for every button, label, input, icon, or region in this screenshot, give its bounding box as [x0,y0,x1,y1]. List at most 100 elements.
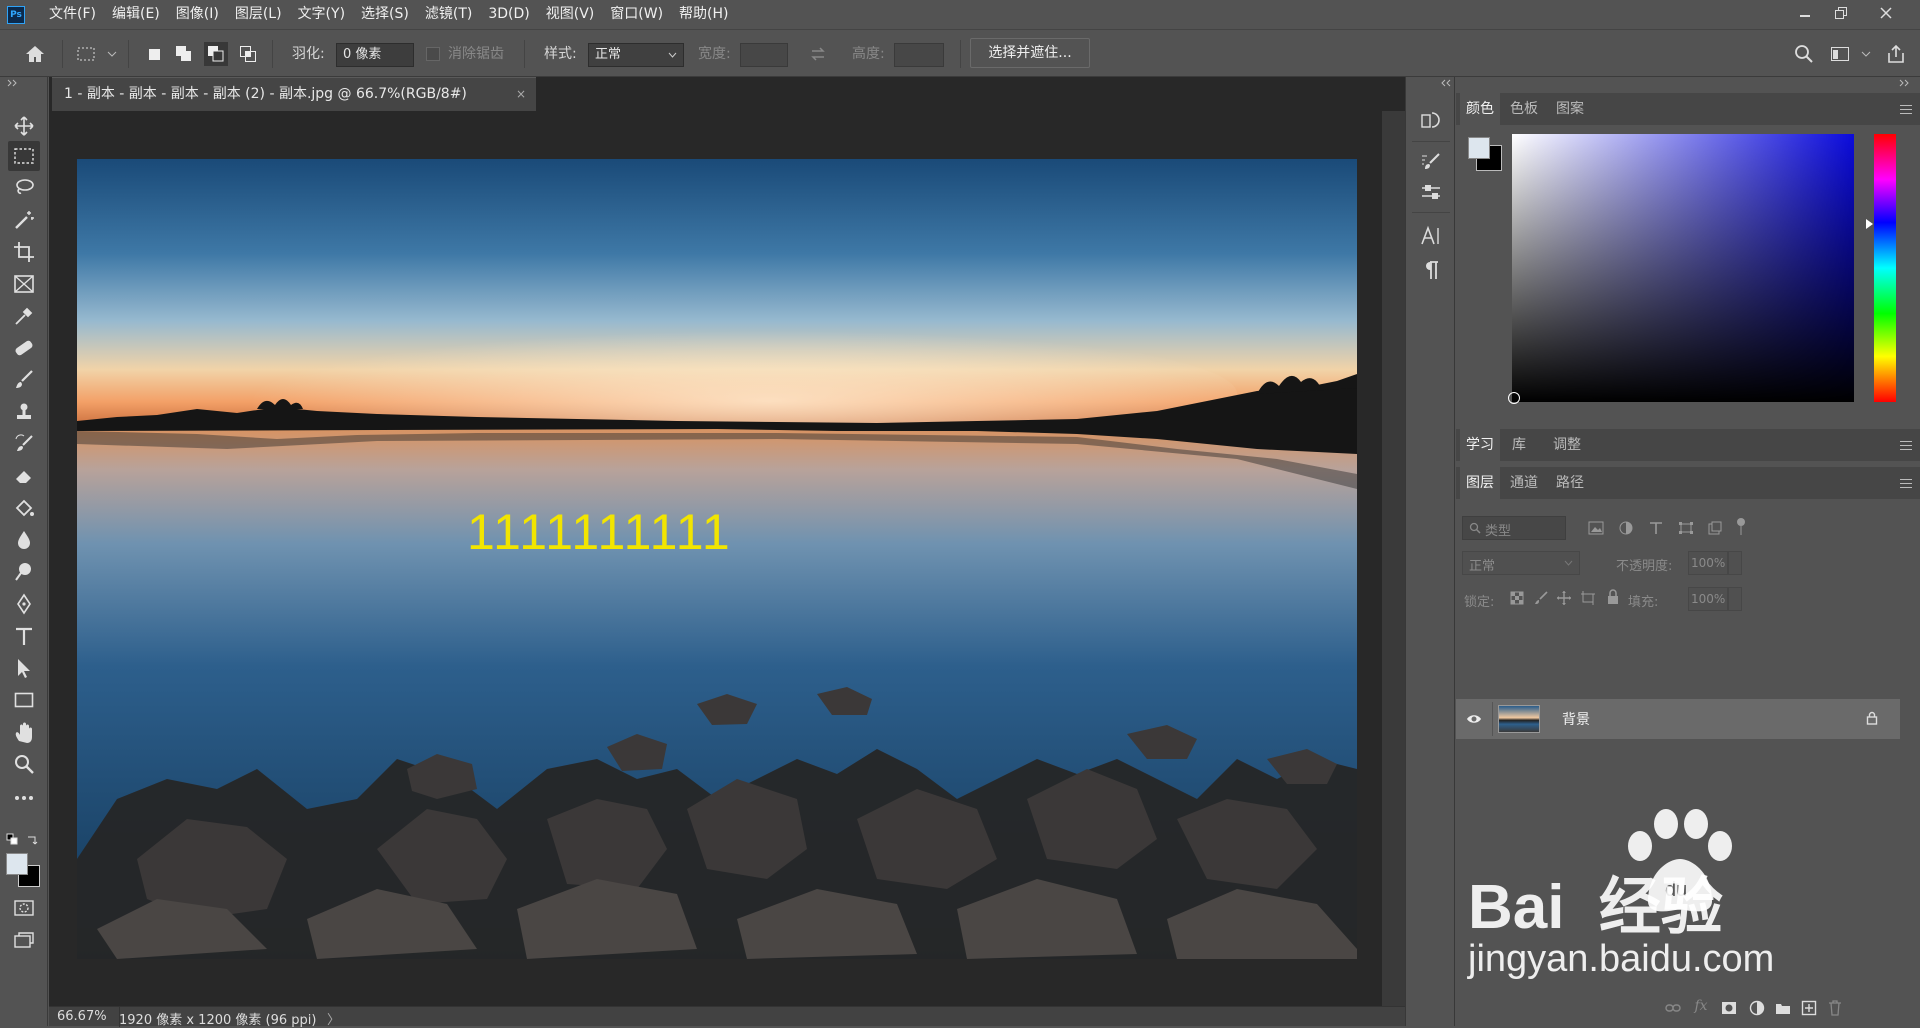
lock-artboard-icon[interactable] [1580,590,1596,606]
panel-foreground-swatch[interactable] [1468,137,1490,159]
menu-help[interactable]: 帮助(H) [671,0,736,29]
tab-color[interactable]: 颜色 [1460,93,1500,125]
menu-filter[interactable]: 滤镜(T) [417,0,480,29]
search-button[interactable] [1792,42,1816,66]
filter-smart-object-icon[interactable] [1708,521,1722,535]
path-selection-tool[interactable] [8,653,40,683]
hand-tool[interactable] [8,717,40,747]
antialias-checkbox[interactable] [426,47,440,61]
filter-adjustment-icon[interactable] [1619,521,1633,535]
foreground-color-swatch[interactable] [6,853,28,875]
tab-patterns[interactable]: 图案 [1550,93,1590,125]
menu-select[interactable]: 选择(S) [353,0,417,29]
brush-tool[interactable] [8,365,40,395]
menu-file[interactable]: 文件(F) [41,0,104,29]
filter-pixel-icon[interactable] [1588,521,1604,535]
tab-libraries[interactable]: 库 [1504,429,1534,461]
new-selection-button[interactable] [142,42,166,66]
close-tab-icon[interactable]: × [516,78,526,111]
select-and-mask-button[interactable]: 选择并遮住... [970,38,1090,68]
lock-image-icon[interactable] [1534,591,1548,605]
menu-image[interactable]: 图像(I) [168,0,227,29]
hue-slider[interactable] [1874,134,1896,402]
history-brush-tool[interactable] [8,429,40,459]
feather-input[interactable]: 0 像素 [336,43,414,67]
delete-layer-button[interactable] [1826,999,1844,1017]
color-field[interactable] [1508,134,1854,404]
swap-colors-icon[interactable] [26,833,38,845]
magic-wand-tool[interactable] [8,205,40,235]
document-tab[interactable]: 1 - 副本 - 副本 - 副本 - 副本 (2) - 副本.jpg @ 66.… [52,77,536,111]
filter-toggle-icon[interactable] [1736,517,1746,537]
layer-name[interactable]: 背景 [1562,709,1590,729]
type-tool[interactable] [8,621,40,651]
rectangle-tool[interactable] [8,685,40,715]
brushes-panel-button[interactable] [1416,179,1446,205]
edit-toolbar-button[interactable] [8,783,40,813]
tab-channels[interactable]: 通道 [1504,467,1544,499]
history-panel-button[interactable] [1416,105,1446,135]
status-menu-arrow[interactable]: 〉 [327,1009,340,1028]
frame-tool[interactable] [8,269,40,299]
menu-layer[interactable]: 图层(L) [227,0,290,29]
brush-settings-button[interactable] [1416,149,1446,175]
layers-panel-menu-icon[interactable] [1900,479,1912,488]
workspace-dropdown[interactable] [1860,46,1872,62]
tab-adjustments[interactable]: 调整 [1544,429,1590,461]
color-panel-menu-icon[interactable] [1900,105,1912,114]
healing-brush-tool[interactable] [8,333,40,363]
default-colors-icon[interactable] [6,833,18,845]
close-window-button[interactable] [1868,0,1904,26]
eraser-tool[interactable] [8,461,40,491]
menu-edit[interactable]: 编辑(E) [104,0,168,29]
eyedropper-tool[interactable] [8,301,40,331]
clone-stamp-tool[interactable] [8,397,40,427]
vertical-scrollbar[interactable] [1382,111,1405,1006]
zoom-level[interactable]: 66.67% [57,1009,107,1024]
color-picker-marker[interactable] [1508,392,1520,404]
rectangular-marquee-tool[interactable] [8,141,40,171]
paint-bucket-tool[interactable] [8,493,40,523]
zoom-tool[interactable] [8,749,40,779]
style-select[interactable]: 正常 [588,43,684,67]
workspace-button[interactable] [1828,42,1852,66]
tab-learn[interactable]: 学习 [1460,429,1500,461]
quick-mask-button[interactable] [8,893,40,923]
crop-tool[interactable] [8,237,40,267]
collapse-arrows-icon[interactable] [1438,79,1452,87]
share-button[interactable] [1884,42,1908,66]
filter-shape-icon[interactable] [1678,521,1694,535]
tab-paths[interactable]: 路径 [1550,467,1590,499]
layer-row[interactable]: 背景 [1456,699,1900,739]
minimize-button[interactable] [1787,0,1823,26]
dodge-tool[interactable] [8,557,40,587]
preset-dropdown[interactable] [106,44,118,64]
collapse-arrows-icon[interactable] [1898,79,1912,87]
screen-mode-button[interactable] [8,925,40,955]
lock-all-icon[interactable] [1606,589,1620,605]
marquee-preset-button[interactable] [74,42,98,66]
move-tool[interactable] [8,111,40,141]
tab-swatches[interactable]: 色板 [1504,93,1544,125]
lock-position-icon[interactable] [1556,590,1572,606]
tab-layers[interactable]: 图层 [1460,467,1500,499]
lasso-tool[interactable] [8,173,40,203]
menu-type[interactable]: 文字(Y) [290,0,353,29]
menu-3d[interactable]: 3D(D) [480,0,537,29]
learn-panel-menu-icon[interactable] [1900,441,1912,450]
add-selection-button[interactable] [172,42,196,66]
eye-visibility-icon[interactable] [1466,713,1482,725]
home-button[interactable] [22,42,48,66]
character-panel-button[interactable] [1416,221,1446,251]
intersect-selection-button[interactable] [236,42,260,66]
menu-window[interactable]: 窗口(W) [602,0,671,29]
pen-tool[interactable] [8,589,40,619]
filter-type-icon[interactable] [1649,521,1663,535]
layer-filter-select[interactable]: 类型 [1462,516,1566,540]
subtract-selection-button[interactable] [204,42,228,66]
hue-slider-handle-icon[interactable] [1866,219,1874,229]
lock-transparent-icon[interactable] [1510,591,1524,605]
restore-button[interactable] [1823,0,1859,26]
menu-view[interactable]: 视图(V) [538,0,603,29]
canvas-image[interactable]: 1111111111 [77,159,1357,959]
